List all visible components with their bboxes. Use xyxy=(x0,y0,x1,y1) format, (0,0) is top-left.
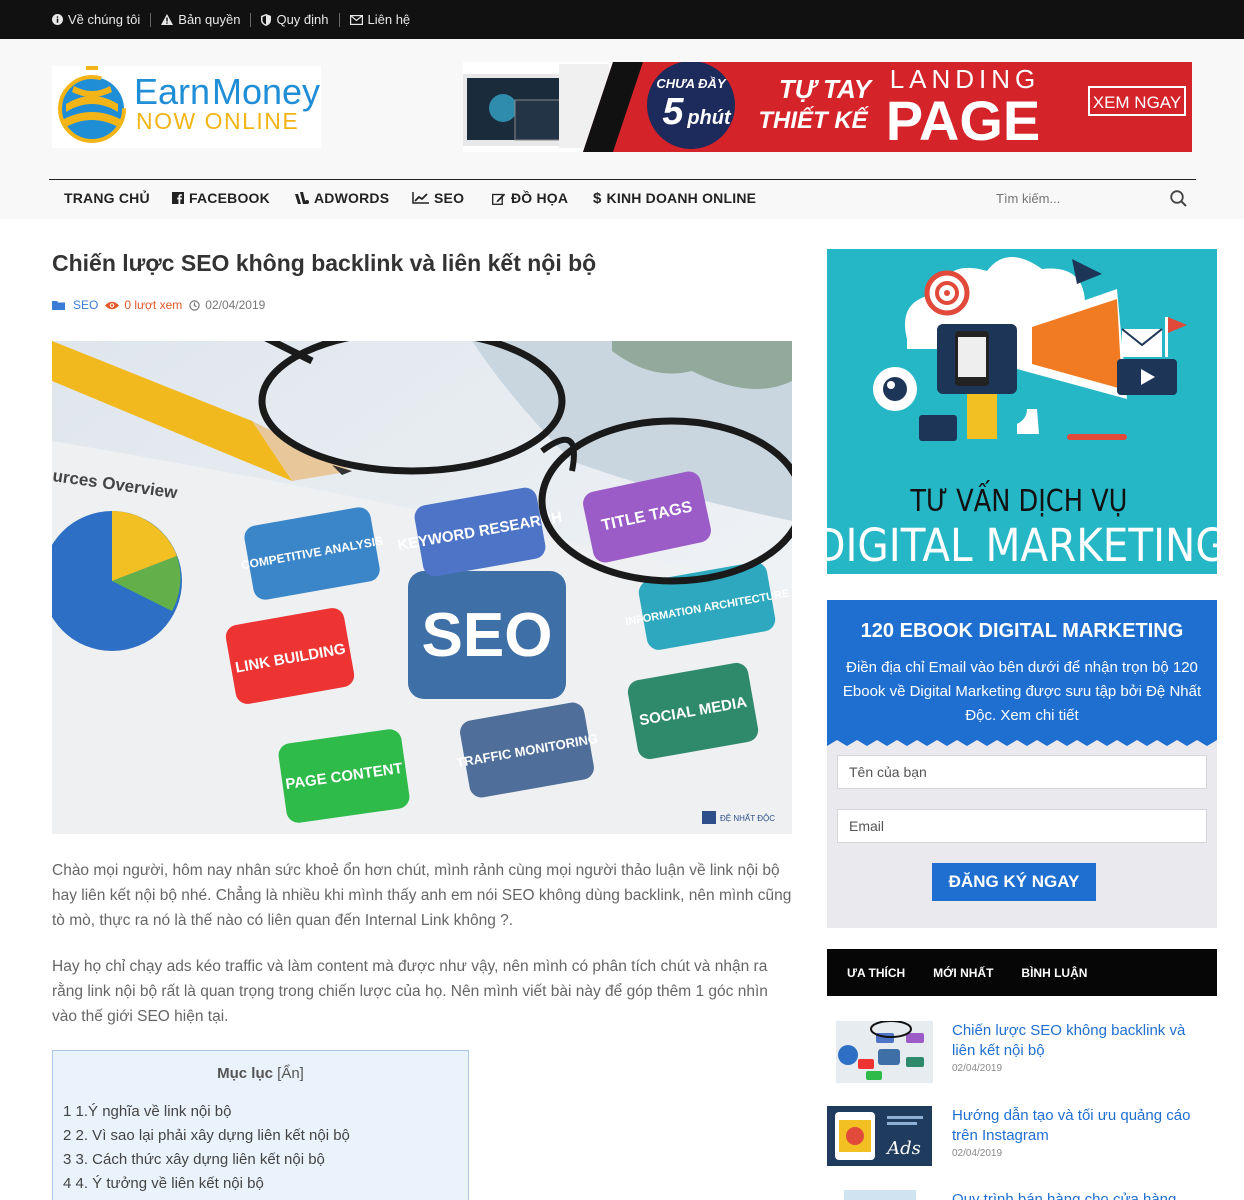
svg-text:TƯ VẤN DỊCH VỤ: TƯ VẤN DỊCH VỤ xyxy=(909,479,1127,518)
toc-item[interactable]: 3 3. Cách thức xây dựng liên kết nội bộ xyxy=(63,1148,468,1172)
nav-item-label: FACEBOOK xyxy=(189,190,270,206)
divider xyxy=(150,12,152,27)
article-category[interactable]: SEO xyxy=(73,298,98,312)
toc-item[interactable]: 1 1.Ý nghĩa về link nội bộ xyxy=(63,1100,468,1124)
svg-text:CHƯA ĐẦY: CHƯA ĐẦY xyxy=(656,76,727,91)
adwords-icon xyxy=(295,192,309,204)
toc-item[interactable]: 2 2. Vì sao lại phải xây dựng liên kết n… xyxy=(63,1124,468,1148)
svg-text:XEM NGAY: XEM NGAY xyxy=(1093,93,1181,112)
article-paragraph: Chào mọi người, hôm nay nhân sức khoẻ ổn… xyxy=(52,862,792,929)
sidebar-ad-digital-marketing[interactable]: TƯ VẤN DỊCH VỤ DIGITAL MARKETING xyxy=(827,249,1217,574)
svg-text:ĐỆ NHẤT ĐỘC: ĐỆ NHẤT ĐỘC xyxy=(720,813,775,823)
dollar-icon: $ xyxy=(593,189,602,207)
search-box xyxy=(996,180,1196,216)
toc-item[interactable]: 4 4. Ý tưởng về liên kết nội bộ xyxy=(63,1172,468,1196)
svg-text:Ads: Ads xyxy=(885,1138,921,1159)
nav-item-graphics[interactable]: ĐỒ HỌA xyxy=(492,180,568,216)
toc-list: 1 1.Ý nghĩa về link nội bộ 2 2. Vì sao l… xyxy=(53,1100,468,1196)
top-bar: Về chúng tôi Bản quyền Quy định Liên hệ xyxy=(0,0,1244,39)
site-logo[interactable]: Earn Money NOW ONLINE xyxy=(52,64,321,148)
info-icon xyxy=(52,14,63,25)
featured-image: urces Overview SEO KEYWORD RESEARCH TITL… xyxy=(52,341,792,834)
article-views: 0 lượt xem xyxy=(124,298,183,312)
post-title[interactable]: Hướng dẫn tạo và tối ưu quảng cáo trên I… xyxy=(952,1106,1207,1146)
svg-text:Money: Money xyxy=(212,71,320,112)
divider xyxy=(250,12,252,27)
post-date: 02/04/2019 xyxy=(952,1148,1003,1159)
table-of-contents: Mục lục [Ẩn] 1 1.Ý nghĩa về link nội bộ … xyxy=(52,1050,469,1200)
ebook-description: Điền địa chỉ Email vào bên dưới để nhận … xyxy=(842,659,1202,724)
article-paragraph: Hay họ chỉ chạy ads kéo traffic và làm c… xyxy=(52,958,768,1025)
divider xyxy=(338,12,340,27)
post-date: 02/04/2019 xyxy=(952,1063,1003,1074)
svg-text:PAGE: PAGE xyxy=(886,89,1041,152)
chart-line-icon xyxy=(412,192,429,204)
zigzag-divider xyxy=(827,738,1217,746)
post-thumbnail xyxy=(844,1190,916,1200)
ebook-signup-widget: 120 EBOOK DIGITAL MARKETING Điền địa chỉ… xyxy=(827,600,1217,928)
email-field[interactable]: Email xyxy=(837,809,1207,843)
nav-item-label: ADWORDS xyxy=(314,190,390,206)
tab-popular[interactable]: ƯA THÍCH xyxy=(847,966,905,980)
posts-tabs: ƯA THÍCH MỚI NHẤT BÌNH LUẬN xyxy=(827,949,1217,996)
toc-header: Mục lục [Ẩn] xyxy=(53,1065,468,1082)
top-link-label: Liên hệ xyxy=(367,12,411,27)
top-link-rules[interactable]: Quy định xyxy=(261,12,329,27)
clock-icon xyxy=(189,299,200,311)
svg-text:TỰ TAY: TỰ TAY xyxy=(779,74,874,104)
nav-item-adwords[interactable]: ADWORDS xyxy=(295,180,389,216)
nav-item-label: TRANG CHỦ xyxy=(64,190,150,206)
svg-text:NOW ONLINE: NOW ONLINE xyxy=(136,108,299,134)
nav-item-label: SEO xyxy=(434,190,465,206)
post-thumbnail xyxy=(836,1021,933,1083)
top-link-copyright[interactable]: Bản quyền xyxy=(161,12,240,27)
nav-item-label: ĐỒ HỌA xyxy=(511,190,569,206)
nav-item-label: KINH DOANH ONLINE xyxy=(606,190,757,206)
header-banner-ad[interactable]: CHƯA ĐẦY 5 phút TỰ TAY THIẾT KẾ LANDING … xyxy=(463,62,1192,152)
nav-item-home[interactable]: TRANG CHỦ xyxy=(64,180,150,216)
toc-title: Mục lục xyxy=(217,1065,273,1082)
shield-icon xyxy=(261,13,272,26)
top-link-label: Về chúng tôi xyxy=(68,12,141,27)
nav-item-business[interactable]: $ KINH DOANH ONLINE xyxy=(593,180,756,216)
tab-latest[interactable]: MỚI NHẤT xyxy=(933,966,993,980)
edit-icon xyxy=(492,192,506,205)
svg-text:THIẾT KẾ: THIẾT KẾ xyxy=(758,106,869,134)
svg-text:DIGITAL MARKETING: DIGITAL MARKETING xyxy=(827,520,1217,573)
name-field[interactable]: Tên của bạn xyxy=(837,755,1207,789)
svg-text:Earn: Earn xyxy=(134,71,210,112)
top-links: Về chúng tôi Bản quyền Quy định Liên hệ xyxy=(52,0,410,39)
facebook-icon xyxy=(172,192,184,204)
envelope-icon xyxy=(349,14,363,25)
site-header: Earn Money NOW ONLINE CHƯA ĐẦY 5 phút TỰ… xyxy=(0,39,1244,219)
nav-item-facebook[interactable]: FACEBOOK xyxy=(172,180,270,216)
post-title[interactable]: Chiến lược SEO không backlink và liên kế… xyxy=(952,1021,1207,1061)
search-input[interactable] xyxy=(996,190,1146,206)
search-icon[interactable] xyxy=(1170,189,1187,207)
post-thumbnail: Ads xyxy=(827,1106,932,1166)
eye-icon xyxy=(105,301,120,310)
toc-toggle[interactable]: [Ẩn] xyxy=(277,1065,304,1082)
article-meta: SEO 0 lượt xem 02/04/2019 xyxy=(52,298,265,312)
subscribe-button[interactable]: ĐĂNG KÝ NGAY xyxy=(932,863,1096,901)
warning-icon xyxy=(161,14,174,25)
svg-text:SEO: SEO xyxy=(422,601,553,670)
top-link-about[interactable]: Về chúng tôi xyxy=(52,12,140,27)
tab-comments[interactable]: BÌNH LUẬN xyxy=(1021,966,1087,980)
article-date: 02/04/2019 xyxy=(205,298,266,312)
top-link-contact[interactable]: Liên hệ xyxy=(349,12,411,27)
post-title[interactable]: Quy trình bán hàng cho cửa hàng xyxy=(952,1190,1207,1200)
svg-text:phút: phút xyxy=(686,107,732,129)
top-link-label: Quy định xyxy=(276,12,329,27)
article-title: Chiến lược SEO không backlink và liên kế… xyxy=(52,250,597,276)
svg-text:5: 5 xyxy=(662,91,684,133)
nav-item-seo[interactable]: SEO xyxy=(412,180,464,216)
folder-icon xyxy=(52,300,65,310)
main-nav: TRANG CHỦ FACEBOOK ADWORDS SEO ĐỒ HỌA $ … xyxy=(49,179,1196,219)
ebook-title: 120 EBOOK DIGITAL MARKETING xyxy=(860,620,1184,642)
top-link-label: Bản quyền xyxy=(178,12,241,27)
